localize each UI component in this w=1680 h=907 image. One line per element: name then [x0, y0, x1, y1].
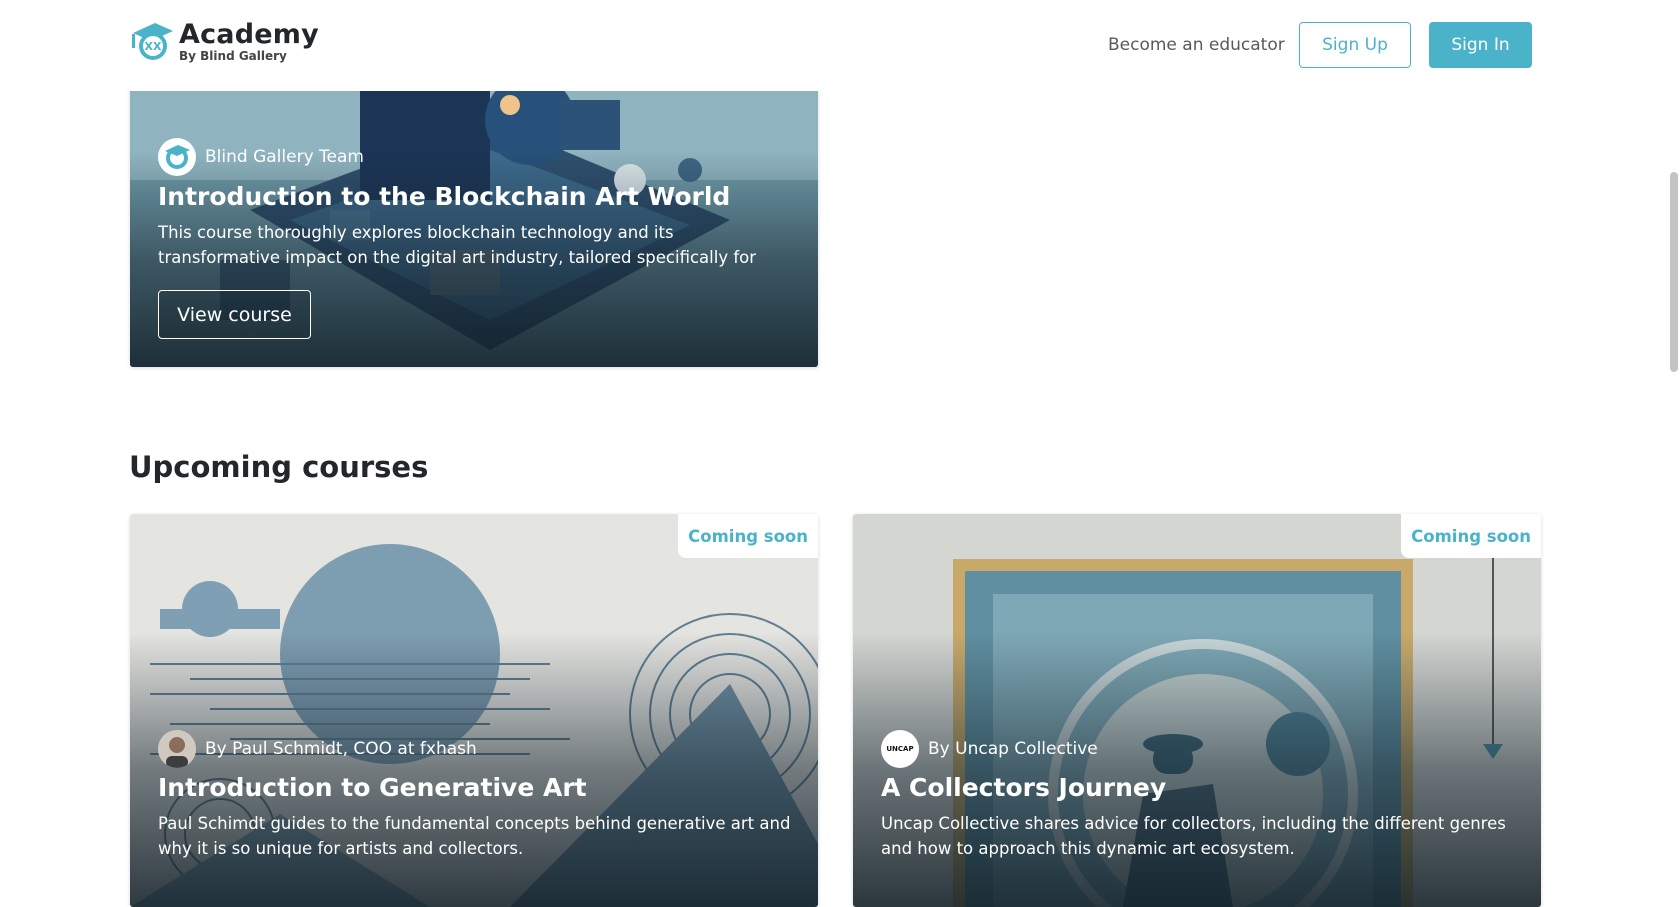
- upcoming-course-card[interactable]: Coming soon By Paul Schmidt, COO at fxha…: [130, 514, 818, 907]
- become-educator-link[interactable]: Become an educator: [1108, 35, 1285, 55]
- author-name: By Uncap Collective: [928, 739, 1098, 759]
- view-course-button[interactable]: View course: [158, 290, 311, 339]
- blind-gallery-logo-icon: [165, 145, 190, 169]
- author-avatar: UNCAP: [881, 730, 919, 768]
- coming-soon-badge: Coming soon: [678, 514, 818, 558]
- upcoming-course-card[interactable]: Coming soon UNCAP By Uncap Collective A …: [853, 514, 1541, 907]
- academy-logo[interactable]: XX Academy By Blind Gallery: [129, 21, 319, 63]
- sign-up-button[interactable]: Sign Up: [1299, 22, 1411, 68]
- course-author: UNCAP By Uncap Collective: [881, 730, 1098, 768]
- upcoming-courses-heading: Upcoming courses: [129, 450, 429, 484]
- graduation-cap-logo-icon: XX: [132, 23, 173, 60]
- sign-in-button[interactable]: Sign In: [1429, 22, 1532, 68]
- coming-soon-badge: Coming soon: [1401, 514, 1541, 558]
- course-author: Blind Gallery Team: [158, 138, 364, 176]
- author-name: Blind Gallery Team: [205, 147, 364, 167]
- page-scrollbar-thumb[interactable]: [1670, 172, 1678, 372]
- course-title[interactable]: Introduction to Generative Art: [158, 773, 587, 802]
- course-description: Uncap Collective shares advice for colle…: [881, 814, 1506, 858]
- svg-text:XX: XX: [145, 40, 162, 53]
- course-author: By Paul Schmidt, COO at fxhash: [158, 730, 477, 768]
- logo-title: Academy: [179, 19, 319, 50]
- author-avatar: [158, 138, 196, 176]
- course-title[interactable]: Introduction to the Blockchain Art World: [158, 182, 730, 211]
- featured-course-card[interactable]: Blind Gallery Team Introduction to the B…: [130, 60, 818, 367]
- top-navbar: XX Academy By Blind Gallery Become an ed…: [0, 0, 1680, 91]
- person-avatar-icon: [158, 730, 196, 768]
- author-avatar: [158, 730, 196, 768]
- page-scrollbar-track[interactable]: [1666, 0, 1680, 907]
- course-description: This course thoroughly explores blockcha…: [158, 223, 757, 267]
- logo-subtitle: By Blind Gallery: [179, 49, 287, 63]
- uncap-avatar-text: UNCAP: [886, 745, 914, 753]
- course-title[interactable]: A Collectors Journey: [881, 773, 1166, 802]
- course-description: Paul Schimdt guides to the fundamental c…: [158, 814, 791, 858]
- author-name: By Paul Schmidt, COO at fxhash: [205, 739, 477, 759]
